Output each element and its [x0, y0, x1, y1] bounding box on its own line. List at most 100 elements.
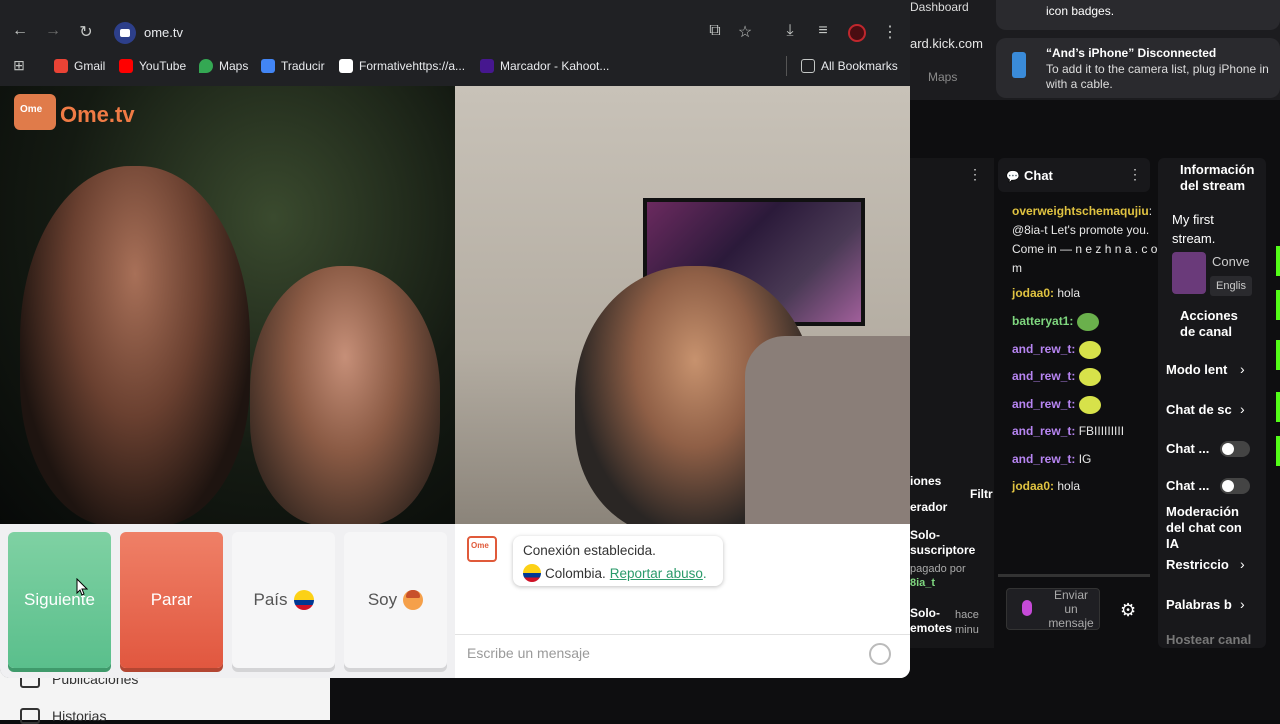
action-ai-moderation[interactable]: Moderación del chat con IA: [1166, 504, 1246, 552]
profile-icon[interactable]: [848, 24, 866, 42]
star-icon[interactable]: ☆: [734, 22, 756, 42]
reload-icon[interactable]: ↻: [75, 22, 97, 42]
bookmark-label: Gmail: [74, 59, 106, 73]
notification-body: To add it to the camera list, plug iPhon…: [1046, 62, 1269, 91]
message-input[interactable]: Escribe un mensaje: [455, 634, 910, 678]
stop-button[interactable]: Parar: [120, 532, 223, 668]
language-tag[interactable]: Englis: [1210, 276, 1252, 296]
emote-icon: [1078, 395, 1101, 414]
action-restrictions[interactable]: Restriccio: [1166, 557, 1229, 573]
colombia-flag-icon: [293, 590, 314, 610]
gender-button[interactable]: Soy: [344, 532, 447, 668]
panel-text: erador: [910, 500, 948, 514]
panel-text: pagado por: [910, 563, 966, 575]
country-label: País: [253, 590, 288, 609]
action-blocked-words[interactable]: Palabras b: [1166, 597, 1232, 613]
formative-icon: [339, 59, 353, 73]
video-person: [20, 166, 250, 524]
bookmark-maps[interactable]: Maps: [199, 59, 248, 73]
sidebar-item-stories[interactable]: Historias: [52, 708, 106, 724]
next-button[interactable]: Siguiente: [8, 532, 111, 668]
action-host[interactable]: Hostear canal: [1166, 632, 1251, 648]
bookmark-translate[interactable]: Traducir: [261, 59, 325, 73]
cast-icon[interactable]: ⧉: [704, 22, 726, 40]
mic-icon[interactable]: [1022, 600, 1032, 616]
chevron-right-icon[interactable]: ›: [1240, 401, 1245, 417]
bookmark-label: Maps: [219, 59, 249, 73]
notification-title: “And’s iPhone” Disconnected: [1046, 46, 1217, 60]
action-slow-mode[interactable]: Modo lent: [1166, 362, 1227, 378]
emote-icon: [1078, 340, 1101, 359]
notification-badges-text: icon badges.: [1046, 4, 1115, 18]
toggle-switch[interactable]: [1220, 478, 1250, 494]
translate-icon: [261, 59, 275, 73]
chat-more-icon[interactable]: ⋮: [1128, 166, 1142, 183]
connection-status: Conexión establecida.: [523, 543, 656, 558]
browser-window: ← → ↻ ome.tv ⧉ ☆ ⤓ ≡ ⋮ ⊞ Gmail YouTube M…: [0, 0, 910, 678]
maps-bookmark-bg[interactable]: Maps: [928, 70, 957, 84]
media-icon[interactable]: ≡: [812, 22, 834, 40]
chat-message: and_rew_t: FBIIIIIIIII: [1012, 424, 1125, 438]
action-chat-toggle: Chat ...: [1166, 441, 1210, 456]
action-chat-sub[interactable]: Chat de sc: [1166, 402, 1232, 418]
bookmark-label: Traducir: [281, 59, 325, 73]
partner-video: Ome Ome.tv: [0, 86, 455, 524]
youtube-icon: [119, 59, 133, 73]
bookmark-youtube[interactable]: YouTube: [119, 59, 186, 73]
report-abuse-link[interactable]: Reportar abuso: [610, 566, 703, 581]
country-name: Colombia.: [545, 565, 606, 581]
panel-text: 8ia_t: [910, 577, 936, 589]
emoji-icon[interactable]: [869, 643, 891, 665]
toggle-switch[interactable]: [1220, 441, 1250, 457]
bookmark-formative[interactable]: Formativehttps://a...: [339, 59, 465, 73]
chat-message: and_rew_t:: [1012, 395, 1162, 414]
gear-icon[interactable]: ⚙: [1120, 600, 1136, 621]
bookmark-kahoot[interactable]: Marcador - Kahoot...: [480, 59, 609, 73]
chat-icon: 💬: [1006, 171, 1020, 183]
mouse-cursor-icon: [76, 578, 88, 596]
dashboard-tab-label[interactable]: Dashboard: [910, 0, 969, 14]
report-suffix: .: [702, 565, 707, 581]
country-line: Colombia. Reportar abuso.: [523, 564, 707, 582]
ometv-bot-icon: [467, 536, 497, 562]
apps-icon[interactable]: ⊞: [8, 57, 30, 74]
panel-text[interactable]: Filtr: [970, 487, 993, 502]
emote-icon: [1078, 367, 1101, 386]
bookmark-gmail[interactable]: Gmail: [54, 59, 105, 73]
chevron-right-icon[interactable]: ›: [1240, 556, 1245, 572]
self-video: [455, 86, 910, 524]
status-bar: [1276, 340, 1280, 370]
address-bar[interactable]: [108, 19, 878, 47]
kick-url-fragment[interactable]: ard.kick.com: [910, 36, 1010, 56]
chevron-right-icon[interactable]: ›: [1240, 596, 1245, 612]
panel-text: hace minu: [955, 609, 979, 636]
site-info-icon[interactable]: [114, 22, 136, 44]
menu-icon[interactable]: ⋮: [879, 22, 901, 42]
chevron-right-icon[interactable]: ›: [1240, 361, 1245, 377]
chat-send-placeholder: Enviar un mensaje: [1048, 588, 1094, 630]
download-icon[interactable]: ⤓: [779, 22, 801, 40]
chat-message: jodaa0: hola: [1012, 479, 1081, 493]
bookmark-label: Marcador - Kahoot...: [500, 59, 610, 73]
notification-badges: [996, 0, 1280, 30]
status-bar: [1276, 290, 1280, 320]
country-button[interactable]: País: [232, 532, 335, 668]
more-icon[interactable]: ⋮: [968, 166, 982, 183]
maps-icon: [199, 59, 213, 73]
chat-scrollbar[interactable]: [998, 574, 1150, 577]
emote-icon: [1076, 312, 1099, 331]
chat-message: and_rew_t: IG: [1012, 452, 1092, 466]
all-bookmarks[interactable]: All Bookmarks: [801, 59, 898, 73]
gender-label: Soy: [367, 590, 398, 609]
back-icon[interactable]: ←: [9, 22, 31, 40]
stream-thumbnail: [1172, 252, 1206, 294]
url-text[interactable]: ome.tv: [144, 25, 183, 40]
iphone-icon: [1012, 52, 1026, 78]
stream-name: My first stream.: [1172, 212, 1216, 246]
logo-small-text: Ome: [20, 104, 43, 115]
control-panel: Siguiente Parar País Soy: [0, 524, 455, 678]
bookmark-separator: [786, 56, 787, 76]
forward-icon[interactable]: →: [42, 22, 64, 40]
kahoot-icon: [480, 59, 494, 73]
gmail-icon: [54, 59, 68, 73]
